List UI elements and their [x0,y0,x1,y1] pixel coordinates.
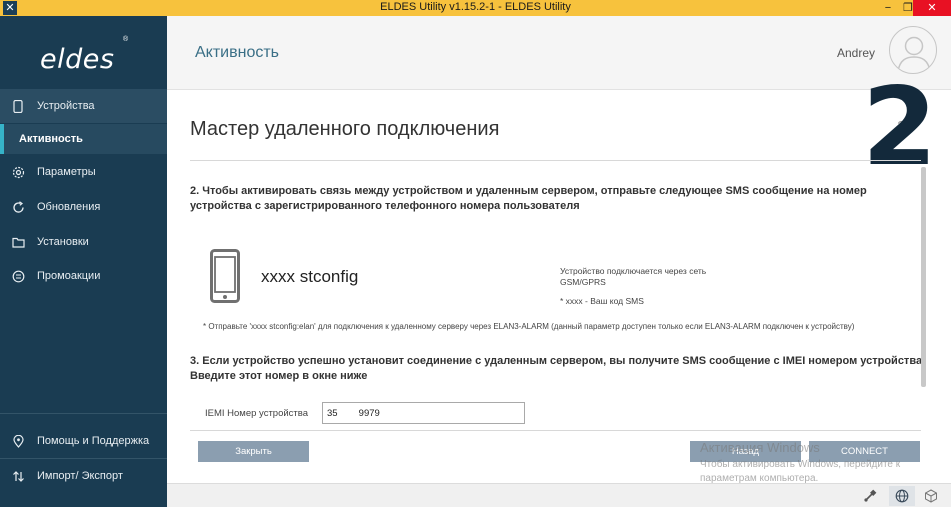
phone-icon [11,99,25,113]
import-export-icon [11,469,25,483]
user-name[interactable]: Andrey [837,46,875,60]
sidebar-item-installations[interactable]: Установки [0,225,167,259]
box-icon[interactable] [920,486,942,506]
page-title: Активность [195,44,280,61]
sidebar-item-devices[interactable]: Устройства [0,89,167,123]
logo-registered-mark: ® [123,36,129,43]
imei-label: IEMI Номер устройства [205,408,308,419]
step3-instructions: 3. Если устройство успешно установит сое… [190,355,926,382]
sidebar: eldes ® Устройства Активность Параметры … [0,16,167,507]
network-note: Устройство подключается через сеть [560,266,707,276]
sidebar-divider [0,413,167,414]
sidebar-item-import-export[interactable]: Импорт/ Экспорт [0,459,167,493]
sidebar-item-label: Промоакции [37,270,101,282]
folder-icon [11,235,25,249]
sidebar-item-label: Устройства [37,100,95,112]
sidebar-item-updates[interactable]: Обновления [0,190,167,224]
sidebar-item-promotions[interactable]: Промоакции [0,259,167,293]
globe-icon[interactable] [889,486,915,506]
status-bar [167,483,951,507]
promo-icon [11,269,25,283]
usb-icon[interactable] [859,486,881,506]
eldes-logo: eldes [40,44,115,75]
sidebar-item-label: Импорт/ Экспорт [37,470,123,482]
sms-code-note: * xxxx - Ваш код SMS [560,296,644,306]
divider [190,160,921,161]
title-bar: ✕ ELDES Utility v1.15.2-1 - ELDES Utilit… [0,0,951,16]
network-type: GSM/GPRS [560,277,606,287]
sidebar-item-label: Активность [19,133,83,145]
scrollbar[interactable] [921,167,926,387]
sidebar-item-label: Параметры [37,166,96,178]
sidebar-item-label: Помощь и Поддержка [37,435,150,447]
close-button[interactable]: Закрыть [198,441,309,462]
page-header: Активность Andrey [167,16,951,90]
sidebar-item-parameters[interactable]: Параметры [0,155,167,189]
wizard-title: Мастер удаленного подключения [190,118,500,140]
window-title: ELDES Utility v1.15.2-1 - ELDES Utility [380,1,571,13]
windows-activation-title: Активация Windows [700,440,820,455]
sidebar-item-label: Обновления [37,201,101,213]
elan-footnote: * Отправьте 'xxxx stconfig:elan' для под… [203,322,855,331]
gear-icon [11,165,25,179]
close-window-button[interactable]: ✕ [913,0,951,16]
divider [190,430,921,431]
location-pin-icon [11,434,25,448]
sidebar-item-label: Установки [37,236,89,248]
refresh-icon [11,200,25,214]
sms-command: xxxx stconfig [261,267,359,286]
mobile-phone-icon [210,249,240,303]
windows-activation-text: Чтобы активировать Windows, перейдите к … [700,459,901,484]
active-indicator [0,124,4,154]
imei-input[interactable] [322,402,525,424]
sidebar-item-activity[interactable]: Активность [0,124,167,154]
sidebar-item-help[interactable]: Помощь и Поддержка [0,424,167,458]
step2-instructions: 2. Чтобы активировать связь между устрой… [190,185,867,212]
